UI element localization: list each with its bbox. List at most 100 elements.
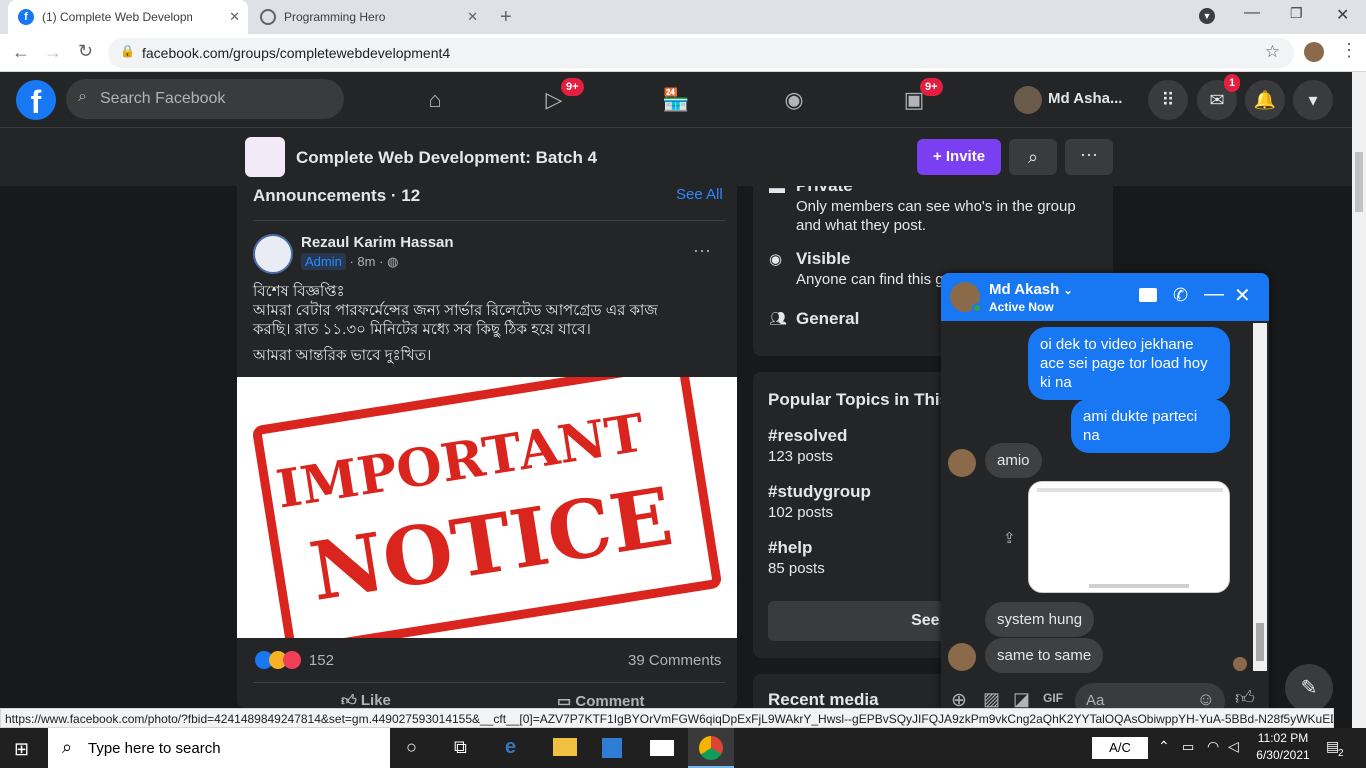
message-bubble-received[interactable]: same to same — [985, 638, 1104, 673]
thumbs-up-icon[interactable]: 👍︎ — [1235, 687, 1255, 710]
forward-arrow-icon[interactable]: → — [44, 42, 62, 63]
browser-menu-icon[interactable]: ⋮ — [1340, 40, 1358, 61]
close-window-button[interactable]: ✕ — [1336, 5, 1349, 25]
mail-icon[interactable] — [650, 740, 674, 756]
close-chat-icon[interactable]: ✕ — [1234, 283, 1251, 308]
message-bubble-received[interactable]: system hung — [985, 602, 1095, 637]
home-icon[interactable]: ⌂ — [419, 84, 451, 116]
reload-icon[interactable]: ↻ — [78, 41, 93, 62]
comments-count[interactable]: 39 Comments — [628, 652, 721, 669]
avatar — [948, 449, 976, 477]
admin-badge: Admin — [301, 253, 346, 270]
tab-complete-web-dev[interactable]: f (1) Complete Web Development ✕ — [8, 0, 248, 34]
search-input[interactable]: ⌕ Search Facebook — [66, 79, 344, 119]
close-tab-icon[interactable]: ✕ — [467, 9, 478, 25]
post-author[interactable]: Rezaul Karim Hassan — [301, 234, 454, 251]
edge-icon[interactable]: e — [505, 736, 516, 759]
notification-count: 2 — [1338, 748, 1344, 759]
topic-item[interactable]: #studygroup 102 posts — [768, 482, 871, 521]
message-bubble-received[interactable]: amio — [985, 443, 1042, 478]
profile-name[interactable]: Md Asha... — [1048, 90, 1122, 107]
ac-indicator[interactable]: A/C — [1092, 737, 1148, 759]
cortana-icon[interactable]: ○ — [406, 737, 417, 758]
battery-icon[interactable]: ▭ — [1182, 739, 1194, 755]
groups-icon[interactable]: ◉ — [778, 84, 810, 116]
message-bubble-sent[interactable]: oi dek to video jekhane ace sei page tor… — [1028, 327, 1230, 400]
tab-title: (1) Complete Web Development — [42, 10, 192, 24]
phone-call-icon[interactable]: ✆ — [1173, 285, 1188, 306]
seen-avatar — [1233, 657, 1247, 671]
back-arrow-icon[interactable]: ← — [12, 42, 30, 63]
chat-scrollbar[interactable] — [1253, 323, 1267, 671]
close-tab-icon[interactable]: ✕ — [229, 9, 240, 25]
tab-search-icon[interactable]: ▼ — [1199, 8, 1215, 24]
minimize-window-button[interactable]: — — [1244, 4, 1260, 22]
invite-button[interactable]: + Invite — [917, 139, 1001, 175]
comment-button[interactable]: ▭ Comment — [557, 692, 645, 708]
chat-contact-name[interactable]: Md Akash ⌄ — [989, 281, 1073, 298]
post-options-icon[interactable]: ··· — [693, 240, 711, 261]
post-line: আমরা আন্তরিক ভাবে দুঃখিত। — [253, 347, 432, 364]
topic-item[interactable]: #help 85 posts — [768, 538, 825, 577]
chevron-down-icon: ⌄ — [1063, 285, 1073, 297]
bookmark-star-icon[interactable]: ☆ — [1265, 42, 1280, 62]
search-icon: ⌕ — [1027, 147, 1039, 167]
minimize-chat-icon[interactable]: — — [1204, 283, 1224, 306]
post-image[interactable]: IMPORTANT NOTICE — [237, 377, 737, 638]
volume-icon[interactable]: ◁ — [1228, 738, 1239, 755]
new-tab-button[interactable]: + — [500, 6, 512, 29]
avatar[interactable] — [1014, 86, 1042, 114]
group-name[interactable]: Complete Web Development: Batch 4 — [296, 148, 597, 168]
post-line: আমরা বেটার পারফর্মেন্সের জন্য সার্ভার রি… — [253, 302, 658, 338]
task-view-icon[interactable]: ⧉ — [454, 737, 467, 758]
like-label: Like — [360, 692, 391, 708]
recent-media-title: Recent media — [768, 690, 879, 709]
facebook-logo-icon[interactable]: f — [16, 80, 56, 120]
browser-toolbar: ← → ↻ 🔒 facebook.com/groups/completewebd… — [0, 34, 1366, 72]
windows-start-icon[interactable]: ⊞ — [14, 739, 29, 760]
notifications-bell-icon[interactable]: 🔔 — [1245, 80, 1285, 120]
message-bubble-sent[interactable]: ami dukte parteci na — [1071, 399, 1230, 453]
more-options-button[interactable]: ··· — [1065, 139, 1113, 175]
sticker-icon[interactable]: ◪ — [1013, 689, 1030, 710]
see-all-link[interactable]: See All — [676, 186, 723, 203]
screenshot-taskbar — [1089, 584, 1189, 588]
tab-programming-hero[interactable]: Programming Hero ✕ — [250, 0, 486, 34]
address-bar[interactable]: 🔒 facebook.com/groups/completewebdevelop… — [108, 38, 1294, 68]
wifi-icon[interactable]: ◠ — [1207, 738, 1219, 755]
new-message-button[interactable]: ✎ — [1285, 664, 1333, 712]
search-icon: ⌕ — [78, 88, 87, 105]
visible-title: Visible — [796, 249, 851, 268]
marketplace-icon[interactable]: 🏪 — [660, 84, 692, 116]
photo-icon[interactable]: ▨ — [983, 689, 1000, 710]
video-call-icon[interactable] — [1139, 288, 1157, 302]
shared-screenshot-image[interactable] — [1028, 481, 1230, 593]
scrollbar-thumb[interactable] — [1355, 152, 1363, 212]
profile-avatar[interactable] — [1304, 42, 1324, 62]
chrome-taskbar-button[interactable] — [688, 728, 734, 768]
clock[interactable]: 11:02 PM 6/30/2021 — [1255, 731, 1311, 762]
scrollbar-thumb[interactable] — [1256, 623, 1264, 661]
taskbar-search-placeholder: Type here to search — [88, 740, 221, 757]
gif-icon[interactable]: GIF — [1043, 691, 1063, 705]
share-icon[interactable]: ⇪ — [1003, 529, 1016, 547]
account-dropdown-icon[interactable]: ▾ — [1293, 80, 1333, 120]
file-explorer-icon[interactable] — [553, 738, 577, 756]
topic-item[interactable]: #resolved 123 posts — [768, 426, 847, 465]
store-icon[interactable] — [602, 738, 622, 758]
group-search-button[interactable]: ⌕ — [1009, 139, 1057, 175]
avatar[interactable] — [253, 234, 293, 274]
menu-grid-icon[interactable]: ⠿ — [1148, 80, 1188, 120]
reaction-summary[interactable]: 152 — [255, 651, 334, 672]
emoji-icon[interactable]: ☺ — [1197, 689, 1215, 710]
maximize-window-button[interactable]: ❐ — [1290, 5, 1303, 22]
like-button[interactable]: 👍︎ Like — [341, 692, 391, 708]
status-url: https://www.facebook.com/photo/?fbid=424… — [0, 708, 1334, 728]
chat-header[interactable]: Md Akash ⌄ Active Now ✆ — ✕ — [941, 273, 1269, 321]
comment-icon: ▭ — [557, 693, 572, 708]
general-title: General — [796, 309, 860, 328]
group-cover-thumbnail[interactable] — [245, 137, 285, 177]
page-scrollbar[interactable] — [1352, 72, 1366, 728]
taskbar-search-input[interactable]: ⌕ Type here to search — [48, 728, 390, 768]
chevron-up-icon[interactable]: ⌃ — [1158, 738, 1170, 755]
